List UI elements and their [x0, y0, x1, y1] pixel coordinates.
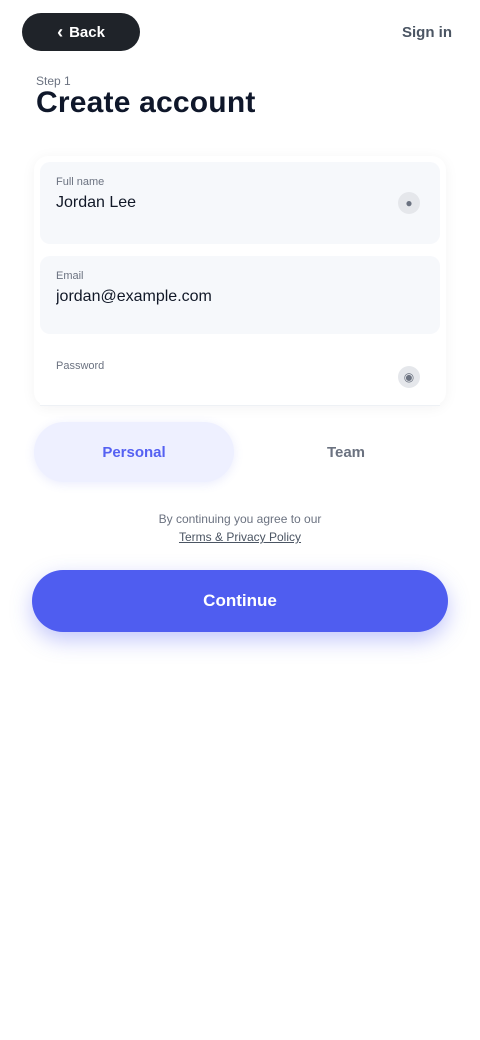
signup-screen: ‹ Back Sign in Step 1 Create account Ful… — [0, 0, 480, 1040]
terms-notice: By continuing you agree to our Terms & P… — [60, 510, 420, 546]
form-card: Full name ● Email Password ◉ — [34, 156, 446, 406]
top-bar: ‹ Back Sign in — [0, 0, 480, 64]
name-field-label: Full name — [56, 176, 105, 188]
plan-option-personal[interactable]: Personal — [34, 422, 234, 482]
eye-icon[interactable]: ◉ — [398, 366, 420, 388]
name-input[interactable] — [56, 194, 376, 212]
password-input[interactable] — [56, 378, 376, 396]
user-icon: ● — [398, 192, 420, 214]
sign-in-link[interactable]: Sign in — [402, 24, 452, 41]
email-field-label: Email — [56, 270, 84, 282]
email-input[interactable] — [56, 288, 376, 306]
plan-selector: Personal Team — [34, 418, 446, 486]
terms-link[interactable]: Terms & Privacy Policy — [179, 530, 301, 544]
back-button-label: Back — [69, 23, 105, 41]
plan-option-team[interactable]: Team — [246, 422, 446, 482]
back-button[interactable]: ‹ Back — [22, 13, 140, 51]
page-title: Create account — [36, 86, 256, 119]
chevron-left-icon: ‹ — [57, 22, 64, 42]
name-field[interactable]: Full name ● — [40, 162, 440, 244]
terms-text: By continuing you agree to our — [158, 512, 322, 526]
continue-button[interactable]: Continue — [32, 570, 448, 632]
email-field[interactable]: Email — [40, 256, 440, 334]
password-field-label: Password — [56, 360, 105, 372]
password-field[interactable]: Password ◉ — [40, 346, 440, 406]
